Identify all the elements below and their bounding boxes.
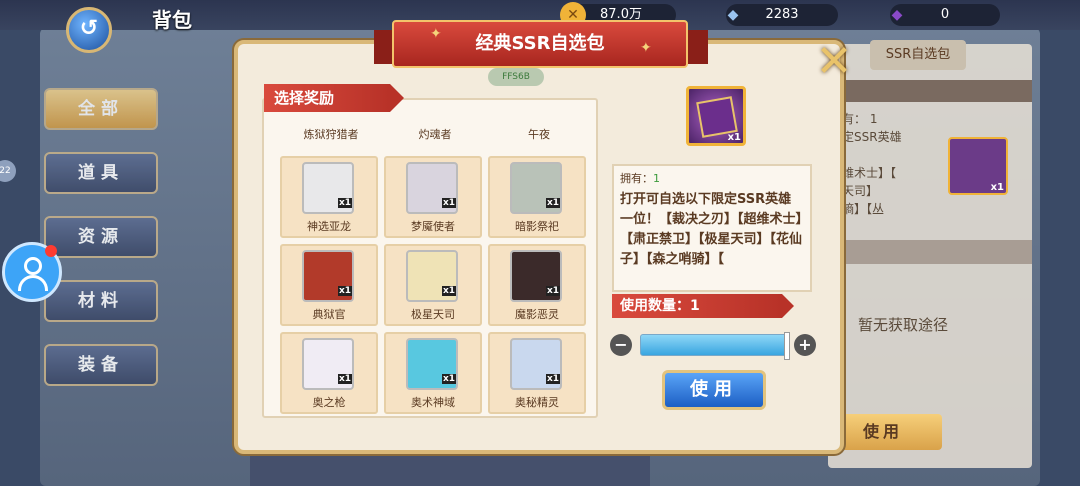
item-description: 打开可自选以下限定SSR英雄一位！【裁决之刃】【超维术士】【肃正禁卫】【极星天司… <box>620 192 803 267</box>
crystal-counter: ◆ 0 <box>890 4 1000 26</box>
back-button[interactable]: ↺ <box>66 7 112 53</box>
detail-line: 维术士】【 <box>842 166 897 180</box>
reward-name: 暗影祭祀 <box>515 220 559 233</box>
detail-owned-value: 1 <box>869 112 878 126</box>
reward-name: 奥之枪 <box>312 396 346 409</box>
reward-name: 午夜 <box>528 128 550 141</box>
detail-item-count: x1 <box>990 182 1004 193</box>
reward-option[interactable]: x1 极星天司 <box>384 244 482 326</box>
use-button[interactable]: 使用 <box>662 370 766 410</box>
detail-line: 熵】【丛 <box>842 202 885 216</box>
reward-option[interactable]: x1 奥之枪 <box>280 332 378 414</box>
detail-section-bar <box>828 240 1032 264</box>
reward-count: x1 <box>338 374 353 384</box>
reward-count: x1 <box>546 198 561 208</box>
reward-name: 极星天司 <box>411 308 455 321</box>
plus-button[interactable]: + <box>794 334 816 356</box>
diamond-counter: ◆ 2283 <box>726 4 838 26</box>
owned-row: 拥有：1 <box>620 170 804 186</box>
reward-count: x1 <box>442 198 457 208</box>
tab-equipment[interactable]: 装备 <box>44 344 158 386</box>
user-icon <box>24 257 42 275</box>
item-count: x1 <box>727 132 741 143</box>
minus-button[interactable]: − <box>610 334 632 356</box>
quantity-label: 使用数量：1 <box>612 294 794 318</box>
page-title: 背包 <box>152 8 192 32</box>
reward-option[interactable]: x1 暗影祭祀 <box>488 156 586 238</box>
detail-line: 定SSR英雄 <box>842 130 902 144</box>
reward-option[interactable]: x1 奥秘精灵 <box>488 332 586 414</box>
refresh-arrow-icon: ↺ <box>79 16 99 41</box>
detail-owned-label: 有： <box>842 112 867 126</box>
tab-resources[interactable]: 资源 <box>44 216 158 258</box>
no-source-text: 暂无获取途径 <box>858 316 949 334</box>
tab-items[interactable]: 道具 <box>44 152 158 194</box>
reward-count: x1 <box>546 374 561 384</box>
detail-item-icon: x1 <box>948 137 1008 195</box>
reward-name: 典狱官 <box>312 308 346 321</box>
owned-value: 1 <box>653 172 660 185</box>
detail-tab: SSR自选包 <box>870 40 966 70</box>
crystal-value: 0 <box>940 7 950 22</box>
reward-grid: 炼狱狩猎者 灼魂者 午夜 x1 神选亚龙 x1 梦魇使者 x1 暗影祭祀 x1 … <box>262 98 598 418</box>
reward-name: 奥术神域 <box>411 396 455 409</box>
reward-count: x1 <box>442 286 457 296</box>
modal-tag: FFS6B <box>488 68 544 86</box>
tab-materials[interactable]: 材料 <box>44 280 158 322</box>
reward-name: 梦魇使者 <box>411 220 455 233</box>
reward-option[interactable]: x1 典狱官 <box>280 244 378 326</box>
reward-count: x1 <box>442 374 457 384</box>
slider-handle[interactable] <box>784 332 790 360</box>
reward-name: 神选亚龙 <box>307 220 351 233</box>
item-description-box: 拥有：1 打开可自选以下限定SSR英雄一位！【裁决之刃】【超维术士】【肃正禁卫】… <box>612 164 812 292</box>
sparkle-icon: ✦ <box>430 26 442 42</box>
close-x-icon[interactable]: ✕ <box>806 34 862 90</box>
reward-option[interactable]: x1 神选亚龙 <box>280 156 378 238</box>
quantity-slider[interactable] <box>640 332 790 360</box>
diamond-value: 2283 <box>765 7 799 22</box>
select-reward-title: 选择奖励 <box>264 84 404 112</box>
notification-dot <box>45 245 57 257</box>
sparkle-icon: ✦ <box>640 40 652 56</box>
diamond-icon: ◆ <box>727 7 739 23</box>
user-avatar-button[interactable] <box>2 242 62 302</box>
owned-label: 拥有： <box>620 172 653 185</box>
detail-owned: 有： 1 <box>842 110 877 127</box>
reward-name: 炼狱狩猎者 <box>303 128 359 141</box>
reward-count: x1 <box>338 286 353 296</box>
reward-count: x1 <box>546 286 561 296</box>
reward-name: 魔影恶灵 <box>515 308 559 321</box>
purple-spellbook-icon: x1 <box>686 86 746 146</box>
reward-option[interactable]: x1 奥术神域 <box>384 332 482 414</box>
reward-name: 灼魂者 <box>418 128 452 141</box>
side-badge[interactable]: 22 <box>0 160 16 182</box>
reward-option[interactable]: x1 魔影恶灵 <box>488 244 586 326</box>
reward-name: 奥秘精灵 <box>515 396 559 409</box>
tab-all[interactable]: 全部 <box>44 88 158 130</box>
detail-line: 天司】 <box>842 184 879 198</box>
reward-option[interactable]: x1 梦魇使者 <box>384 156 482 238</box>
reward-count: x1 <box>338 198 353 208</box>
user-icon-body <box>18 275 48 291</box>
purple-crystal-icon: ◆ <box>891 7 903 23</box>
